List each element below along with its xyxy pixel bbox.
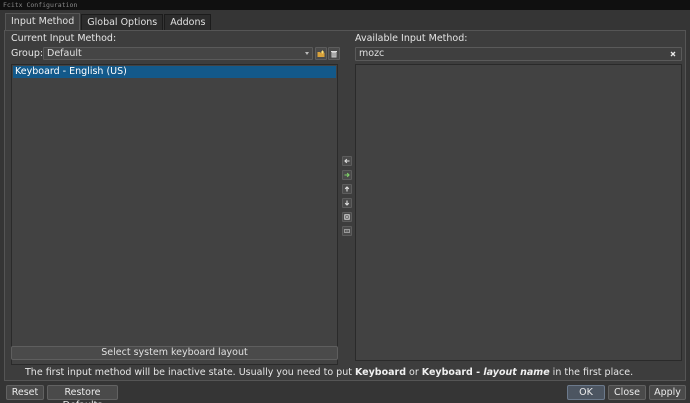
- hint-text: The first input method will be inactive …: [25, 367, 633, 378]
- hint-mid: or: [406, 367, 422, 378]
- hint-bold-keyboard-layout: Keyboard -: [421, 367, 484, 378]
- available-im-search-value: mozc: [359, 48, 385, 59]
- available-im-search[interactable]: mozc: [355, 47, 682, 61]
- arrow-right-icon: [344, 172, 350, 178]
- chevron-down-icon: [305, 52, 309, 55]
- select-keyboard-layout-button[interactable]: Select system keyboard layout: [11, 346, 338, 360]
- group-label: Group:: [11, 48, 44, 59]
- current-im-heading: Current Input Method:: [11, 33, 117, 44]
- hint-prefix: The first input method will be inactive …: [25, 367, 355, 378]
- fcitx-config-window: Input Method Global Options Addons Curre…: [0, 10, 690, 403]
- current-im-list[interactable]: Keyboard - English (US): [11, 64, 338, 365]
- arrow-left-icon: [344, 158, 350, 164]
- move-up-button[interactable]: [342, 184, 352, 194]
- apply-button[interactable]: Apply: [649, 385, 686, 400]
- tab-global-options[interactable]: Global Options: [81, 14, 164, 30]
- current-im-item-keyboard-english-us[interactable]: Keyboard - English (US): [13, 66, 336, 78]
- hint-bold-keyboard: Keyboard: [354, 367, 407, 378]
- keyboard-layout-button[interactable]: [342, 226, 352, 236]
- arrow-up-icon: [344, 186, 350, 192]
- available-im-heading: Available Input Method:: [355, 33, 468, 44]
- add-group-button[interactable]: [315, 47, 327, 60]
- group-select-value: Default: [47, 48, 82, 59]
- clear-search-icon[interactable]: [670, 51, 676, 57]
- hint-bold-italic-layout-name: layout name: [483, 367, 550, 378]
- configure-im-button[interactable]: [342, 212, 352, 222]
- input-method-pane: Current Input Method: Group: Default Key…: [4, 30, 686, 381]
- window-title: Fcitx Configuration: [3, 1, 78, 9]
- tab-input-method[interactable]: Input Method: [5, 13, 81, 30]
- settings-icon: [344, 214, 350, 220]
- delete-icon: [331, 50, 337, 57]
- add-im-button[interactable]: [342, 170, 352, 180]
- group-select[interactable]: Default: [43, 47, 313, 60]
- folder-plus-icon: [317, 50, 325, 57]
- keyboard-icon: [344, 229, 350, 233]
- reset-button[interactable]: Reset: [6, 385, 44, 400]
- tab-addons[interactable]: Addons: [164, 14, 212, 30]
- remove-group-button[interactable]: [328, 47, 340, 60]
- remove-im-button[interactable]: [342, 156, 352, 166]
- move-down-button[interactable]: [342, 198, 352, 208]
- close-button[interactable]: Close: [608, 385, 646, 400]
- available-im-list[interactable]: [355, 64, 682, 361]
- tab-bar: Input Method Global Options Addons: [5, 13, 212, 30]
- ok-button[interactable]: OK: [567, 385, 605, 400]
- restore-defaults-button[interactable]: Restore Defaults: [47, 385, 118, 403]
- arrow-down-icon: [344, 200, 350, 206]
- window-titlebar: Fcitx Configuration: [0, 0, 690, 10]
- hint-suffix: in the first place.: [549, 367, 634, 378]
